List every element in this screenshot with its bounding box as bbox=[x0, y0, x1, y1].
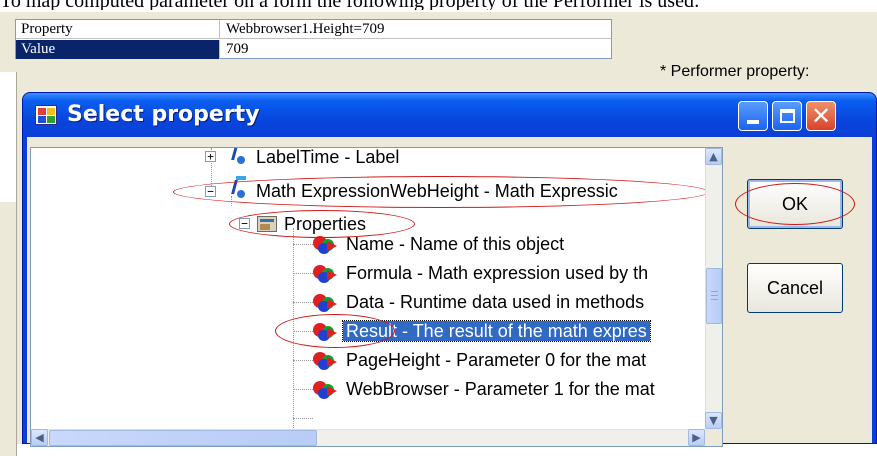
collapse-toggle[interactable]: − bbox=[239, 218, 250, 229]
component-icon bbox=[231, 176, 249, 200]
top-caption: To map computed parameter on a form the … bbox=[0, 0, 877, 10]
scrollbar-corner bbox=[705, 429, 722, 446]
property-icon bbox=[313, 322, 339, 342]
app-icon bbox=[35, 105, 57, 125]
tree-node-label: Result - The result of the math expres bbox=[342, 320, 651, 342]
ok-button[interactable]: OK bbox=[747, 179, 843, 229]
tree-node-labeltime[interactable]: LabelTime - Label bbox=[253, 148, 402, 171]
tree-node-label: PageHeight - Parameter 0 for the mat bbox=[346, 350, 647, 370]
tree-node-label: Data - Runtime data used in methods bbox=[346, 292, 645, 312]
expand-toggle[interactable]: + bbox=[205, 151, 216, 162]
scroll-down-button[interactable]: ▼ bbox=[705, 412, 722, 429]
scroll-left-button[interactable]: ◀ bbox=[31, 429, 48, 446]
vertical-scrollbar[interactable]: ▲ ▼ bbox=[705, 148, 722, 429]
close-icon: ✕ bbox=[810, 102, 832, 130]
property-grid: Property Webbrowser1.Height=709 Value 70… bbox=[15, 19, 612, 59]
tree-node-label: Formula - Math expression used by th bbox=[346, 263, 649, 283]
dialog-client: + LabelTime - Label − Math ExpressionWeb… bbox=[27, 137, 872, 447]
component-icon bbox=[231, 148, 249, 166]
background-panel-lower bbox=[0, 202, 17, 456]
tree-node-webbrowser[interactable]: WebBrowser - Parameter 1 for the mat bbox=[343, 375, 658, 403]
value-value[interactable]: 709 bbox=[221, 40, 611, 59]
property-icon bbox=[313, 380, 339, 400]
dialog-title: Select property bbox=[67, 102, 260, 127]
value-row[interactable]: Value 709 bbox=[16, 40, 611, 59]
select-property-dialog: Select property ✕ + LabelTime - Label − … bbox=[22, 92, 877, 447]
tree-node-label: WebBrowser - Parameter 1 for the mat bbox=[346, 379, 655, 399]
tree-node-formula[interactable]: Formula - Math expression used by th bbox=[343, 259, 651, 287]
performer-property-label: * Performer property: bbox=[660, 63, 810, 80]
cancel-button[interactable]: Cancel bbox=[747, 263, 843, 313]
tree-node-name[interactable]: Name - Name of this object bbox=[343, 230, 567, 258]
property-icon bbox=[313, 351, 339, 371]
tree-node-math-expression[interactable]: Math ExpressionWebHeight - Math Expressi… bbox=[253, 177, 621, 205]
tree-node-result[interactable]: Result - The result of the math expres bbox=[342, 317, 651, 345]
property-row[interactable]: Property Webbrowser1.Height=709 bbox=[16, 20, 611, 39]
maximize-button[interactable] bbox=[772, 101, 802, 131]
minimize-icon bbox=[747, 120, 759, 124]
property-value[interactable]: Webbrowser1.Height=709 bbox=[221, 20, 611, 39]
properties-icon bbox=[257, 216, 277, 232]
horizontal-scrollbar[interactable]: ◀ ▶ bbox=[31, 429, 705, 446]
property-icon bbox=[313, 264, 339, 284]
collapse-toggle[interactable]: − bbox=[205, 186, 216, 197]
tree-node-data[interactable]: Data - Runtime data used in methods bbox=[343, 288, 647, 316]
close-button[interactable]: ✕ bbox=[806, 101, 836, 131]
tree-node-label: Name - Name of this object bbox=[346, 234, 565, 254]
property-icon bbox=[313, 293, 339, 313]
tree-viewport: + LabelTime - Label − Math ExpressionWeb… bbox=[31, 148, 705, 429]
value-key: Value bbox=[16, 40, 220, 59]
tree-node-label: Math ExpressionWebHeight - Math Expressi… bbox=[256, 181, 618, 201]
property-tree[interactable]: + LabelTime - Label − Math ExpressionWeb… bbox=[30, 147, 723, 447]
property-key: Property bbox=[16, 20, 220, 39]
tree-node-pageheight[interactable]: PageHeight - Parameter 0 for the mat bbox=[343, 346, 649, 374]
scroll-right-button[interactable]: ▶ bbox=[688, 429, 705, 446]
property-icon bbox=[313, 235, 339, 255]
dialog-titlebar[interactable]: Select property ✕ bbox=[23, 93, 876, 137]
scroll-up-button[interactable]: ▲ bbox=[705, 148, 722, 165]
tree-node-label: LabelTime - Label bbox=[256, 148, 400, 167]
minimize-button[interactable] bbox=[738, 101, 768, 131]
vertical-scroll-thumb[interactable] bbox=[706, 268, 722, 324]
background-panel bbox=[0, 72, 17, 202]
maximize-icon bbox=[780, 109, 795, 123]
